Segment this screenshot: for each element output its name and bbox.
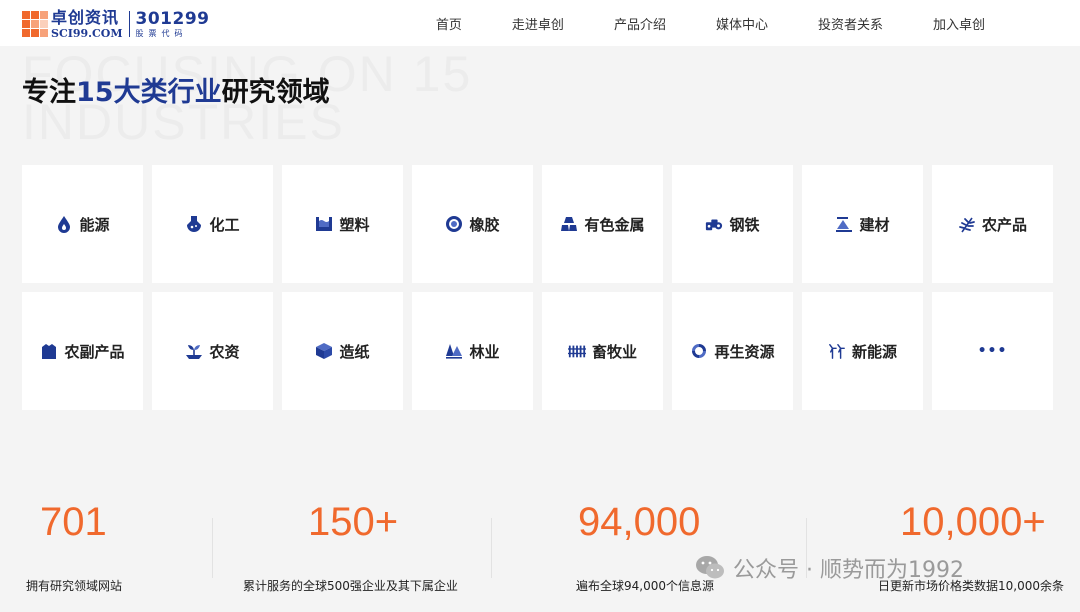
stat-value: 10,000+ xyxy=(900,500,1046,544)
industry-card-paper[interactable]: 造纸 xyxy=(282,292,403,410)
industry-card-agri-supplies[interactable]: 农资 xyxy=(152,292,273,410)
industry-card-steel[interactable]: 钢铁 xyxy=(672,165,793,283)
more-icon: ••• xyxy=(977,343,1008,359)
steel-icon xyxy=(705,215,723,233)
industry-label: 再生资源 xyxy=(714,342,775,361)
trees-icon xyxy=(445,342,463,360)
industry-card-agri-byproducts[interactable]: 农副产品 xyxy=(22,292,143,410)
logo-en-text: SCI99.COM xyxy=(51,26,123,40)
fence-icon xyxy=(567,342,586,360)
box-icon xyxy=(315,342,333,360)
stat-fortune500: 150+ xyxy=(308,500,398,545)
wechat-watermark: 公众号 · 顺势而为1992 xyxy=(695,552,964,584)
stat-websites: 701 xyxy=(40,500,107,545)
industry-label: 农产品 xyxy=(981,215,1027,234)
industry-card-building-materials[interactable]: 建材 xyxy=(802,165,923,283)
nav-careers[interactable]: 加入卓创 xyxy=(908,14,1010,33)
title-highlight: 15大类行业 xyxy=(76,77,222,108)
industry-card-more[interactable]: ••• xyxy=(932,292,1053,410)
industry-label: 橡胶 xyxy=(469,215,500,234)
nav-investors[interactable]: 投资者关系 xyxy=(793,14,908,33)
seedling-icon xyxy=(185,342,203,360)
stat-desc: 累计服务的全球500强企业及其下属企业 xyxy=(243,579,458,593)
industry-card-recycling[interactable]: 再生资源 xyxy=(672,292,793,410)
stat-sources: 94,000 xyxy=(578,500,700,545)
main-nav: 首页 走进卓创 产品介绍 媒体中心 投资者关系 加入卓创 xyxy=(411,0,1010,46)
industry-label: 塑料 xyxy=(339,215,370,234)
stat-divider xyxy=(491,518,492,578)
industry-label: 化工 xyxy=(209,215,240,234)
industry-grid: 能源 化工 塑料 橡胶 有色金属 钢铁 建材 农产品 农副产品 农资 造纸 林业… xyxy=(22,165,1053,410)
stat-value: 150+ xyxy=(308,500,399,544)
ingot-icon xyxy=(560,215,578,233)
industry-label: 农资 xyxy=(209,342,240,361)
industry-label: 建材 xyxy=(859,215,890,234)
logo-mark-icon xyxy=(22,11,48,37)
logo-divider xyxy=(128,11,130,37)
company-logo[interactable]: 卓创资讯 SCI99.COM 301299 股票代码 xyxy=(22,9,209,39)
industry-label: 新能源 xyxy=(851,342,897,361)
stat-value: 94,000 xyxy=(578,500,701,544)
recycle-icon xyxy=(690,342,708,360)
industry-card-new-energy[interactable]: 新能源 xyxy=(802,292,923,410)
industry-card-livestock[interactable]: 畜牧业 xyxy=(542,292,663,410)
building-icon xyxy=(835,215,853,233)
nav-products[interactable]: 产品介绍 xyxy=(589,14,691,33)
stock-label: 股票代码 xyxy=(135,28,188,38)
industry-label: 农副产品 xyxy=(64,342,125,361)
industry-card-nonferrous[interactable]: 有色金属 xyxy=(542,165,663,283)
stat-desc: 拥有研究领域网站 xyxy=(26,579,123,593)
industry-label: 林业 xyxy=(469,342,500,361)
plastic-icon xyxy=(315,215,333,233)
industry-card-forestry[interactable]: 林业 xyxy=(412,292,533,410)
wheat-icon xyxy=(958,215,976,233)
wind-turbine-icon xyxy=(828,342,846,360)
logo-cn-text: 卓创资讯 xyxy=(51,7,120,27)
page-title: 专注15大类行业研究领域 xyxy=(22,70,330,109)
wechat-icon xyxy=(695,555,725,581)
nav-about[interactable]: 走进卓创 xyxy=(487,14,589,33)
industry-label: 造纸 xyxy=(339,342,370,361)
bag-icon xyxy=(40,342,58,360)
industry-card-chemical[interactable]: 化工 xyxy=(152,165,273,283)
stat-divider xyxy=(212,518,213,578)
industry-card-energy[interactable]: 能源 xyxy=(22,165,143,283)
stat-value: 701 xyxy=(40,500,107,544)
title-prefix: 专注 xyxy=(22,77,76,108)
stat-desc: 遍布全球94,000个信息源 xyxy=(576,579,714,593)
title-suffix: 研究领域 xyxy=(221,77,330,108)
industry-card-agri[interactable]: 农产品 xyxy=(932,165,1053,283)
industry-card-rubber[interactable]: 橡胶 xyxy=(412,165,533,283)
stat-daily-prices: 10,000+ xyxy=(900,500,1046,545)
industry-label: 能源 xyxy=(79,215,110,234)
industry-card-plastic[interactable]: 塑料 xyxy=(282,165,403,283)
industry-label: 钢铁 xyxy=(729,215,760,234)
stock-code: 301299 xyxy=(135,8,210,29)
tire-icon xyxy=(445,215,463,233)
top-header: 卓创资讯 SCI99.COM 301299 股票代码 首页 走进卓创 产品介绍 … xyxy=(0,0,1080,46)
industry-label: 有色金属 xyxy=(584,215,645,234)
drop-icon xyxy=(55,215,73,233)
flask-icon xyxy=(185,215,203,233)
nav-media[interactable]: 媒体中心 xyxy=(691,14,793,33)
nav-home[interactable]: 首页 xyxy=(411,14,487,33)
watermark-text: 公众号 · 顺势而为1992 xyxy=(733,558,964,583)
industry-label: 畜牧业 xyxy=(591,342,637,361)
